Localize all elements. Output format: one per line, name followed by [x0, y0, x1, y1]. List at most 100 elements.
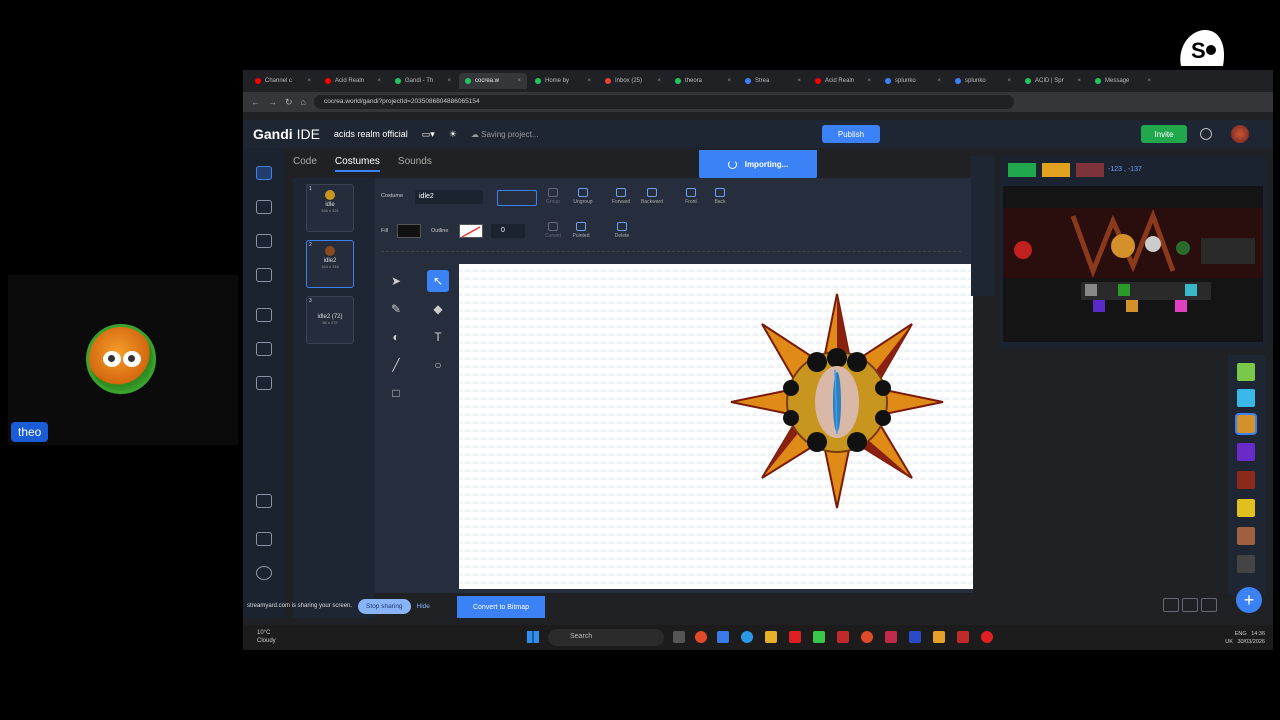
close-tab-icon[interactable]: × [1077, 78, 1081, 84]
sprite-thumbnail[interactable] [1237, 363, 1255, 381]
close-tab-icon[interactable]: × [517, 78, 521, 84]
pause-button[interactable] [1042, 163, 1070, 177]
close-tab-icon[interactable]: × [587, 78, 591, 84]
close-tab-icon[interactable]: × [377, 78, 381, 84]
home-icon[interactable]: ⌂ [301, 97, 306, 107]
back-button[interactable]: Back [705, 188, 735, 205]
reload-icon[interactable]: ↻ [285, 97, 293, 108]
sprite-thumbnail[interactable] [1237, 471, 1255, 489]
stop-button[interactable] [1076, 163, 1104, 177]
costume-item[interactable]: 2 idle2 164 x 318 [306, 240, 354, 288]
chrome-icon[interactable] [695, 631, 707, 643]
close-tab-icon[interactable]: × [937, 78, 941, 84]
green-flag-button[interactable] [1008, 163, 1036, 177]
publish-button[interactable]: Publish [822, 125, 880, 143]
tab-costumes[interactable]: Costumes [334, 156, 380, 172]
copilot-icon[interactable] [717, 631, 729, 643]
app-icon[interactable] [933, 631, 945, 643]
tab-code[interactable]: Code [293, 156, 317, 172]
youtube-icon[interactable] [789, 631, 801, 643]
ungroup-button[interactable]: Ungroup [568, 188, 598, 205]
group-button[interactable]: Group [538, 188, 568, 205]
browser-tab[interactable]: splunko × [949, 73, 1017, 89]
reshape-tool-icon[interactable]: ↖ [427, 270, 449, 292]
sprite-editor-icon[interactable] [256, 166, 272, 180]
paint-canvas[interactable] [459, 264, 973, 589]
browser-tab[interactable]: Channel c × [249, 73, 317, 89]
url-field[interactable]: cocrea.world/gandi?projectId=20350868048… [313, 95, 1014, 109]
browser-tab[interactable]: Acid Realn × [319, 73, 387, 89]
app-icon[interactable] [909, 631, 921, 643]
project-name[interactable]: acids realm official [334, 129, 408, 139]
sprite-thumbnail[interactable] [1237, 389, 1255, 407]
stage-view[interactable] [1003, 186, 1263, 342]
app-icon[interactable] [813, 631, 825, 643]
sprite-thumbnail[interactable] [1237, 443, 1255, 461]
flip-buttons[interactable] [497, 190, 537, 206]
costume-item[interactable]: 3 idle2 (72) 86 x 272 [306, 296, 354, 344]
costume-item[interactable]: 1 idle 166 x 321 [306, 184, 354, 232]
asset-icon[interactable] [256, 376, 272, 390]
front-button[interactable]: Front [676, 188, 706, 205]
explorer-icon[interactable] [765, 631, 777, 643]
zoom-out-icon[interactable] [1163, 598, 1179, 612]
outline-width-input[interactable]: 0 [491, 224, 525, 238]
fill-color-picker[interactable] [397, 224, 421, 238]
brush-tool-icon[interactable]: ✎ [385, 298, 407, 320]
sprite-thumbnail[interactable] [1235, 413, 1257, 435]
close-tab-icon[interactable]: × [447, 78, 451, 84]
browser-tab[interactable]: theora × [669, 73, 737, 89]
stop-sharing-button[interactable]: Stop sharing [358, 598, 411, 614]
add-sprite-button[interactable]: + [1236, 587, 1262, 613]
curved-button[interactable]: Curved [538, 222, 568, 239]
hint-icon[interactable] [256, 268, 272, 282]
forward-button[interactable]: Forward [606, 188, 636, 205]
line-tool-icon[interactable]: ╱ [385, 354, 407, 376]
app-icon[interactable] [957, 631, 969, 643]
delete-button[interactable]: Delete [607, 222, 637, 239]
eraser-tool-icon[interactable]: ◆ [427, 298, 449, 320]
forward-icon[interactable]: → [268, 97, 277, 107]
user-avatar[interactable] [1231, 125, 1249, 143]
settings-icon[interactable] [256, 566, 272, 580]
circle-tool-icon[interactable]: ○ [427, 354, 449, 376]
close-tab-icon[interactable]: × [867, 78, 871, 84]
costume-name-input[interactable]: idle2 [415, 190, 483, 204]
weather-widget[interactable]: 10°C Cloudy [257, 629, 276, 645]
tab-sounds[interactable]: Sounds [398, 156, 432, 172]
browser-tab[interactable]: splunko × [879, 73, 947, 89]
record-icon[interactable] [981, 631, 993, 643]
app-icon[interactable] [837, 631, 849, 643]
browser-tab[interactable]: Home by × [529, 73, 597, 89]
trophy-icon[interactable] [256, 234, 272, 248]
outline-color-picker[interactable] [459, 224, 483, 238]
browser-tab[interactable]: cocrea.w × [459, 73, 527, 89]
extension-icon[interactable] [256, 308, 272, 322]
back-icon[interactable]: ← [251, 97, 260, 107]
history-icon[interactable] [256, 200, 272, 214]
browser-tab[interactable]: Strea × [739, 73, 807, 89]
edge-icon[interactable] [741, 631, 753, 643]
lightbulb-icon[interactable]: ☀ [449, 129, 457, 140]
hide-button[interactable]: Hide [417, 603, 430, 610]
taskbar-search[interactable]: Search [548, 629, 664, 646]
browser-tab[interactable]: Inbox (25) × [599, 73, 667, 89]
close-tab-icon[interactable]: × [657, 78, 661, 84]
document-icon[interactable] [256, 494, 272, 508]
image-icon[interactable] [256, 342, 272, 356]
close-tab-icon[interactable]: × [727, 78, 731, 84]
app-icon[interactable] [885, 631, 897, 643]
folder-icon[interactable]: ▭▾ [422, 129, 435, 140]
backward-button[interactable]: Backward [637, 188, 667, 205]
browser-tab[interactable]: Message × [1089, 73, 1157, 89]
select-tool-icon[interactable]: ➤ [385, 270, 407, 292]
rectangle-tool-icon[interactable]: □ [385, 382, 407, 404]
close-tab-icon[interactable]: × [1007, 78, 1011, 84]
zoom-reset-icon[interactable] [1182, 598, 1198, 612]
browser-tab[interactable]: ACID | Spr × [1019, 73, 1087, 89]
close-tab-icon[interactable]: × [307, 78, 311, 84]
start-icon[interactable] [527, 631, 539, 643]
sprite-thumbnail[interactable] [1237, 555, 1255, 573]
system-clock[interactable]: ENG 14:36 UK 30/03/2026 [1225, 630, 1265, 646]
chrome-icon[interactable] [861, 631, 873, 643]
